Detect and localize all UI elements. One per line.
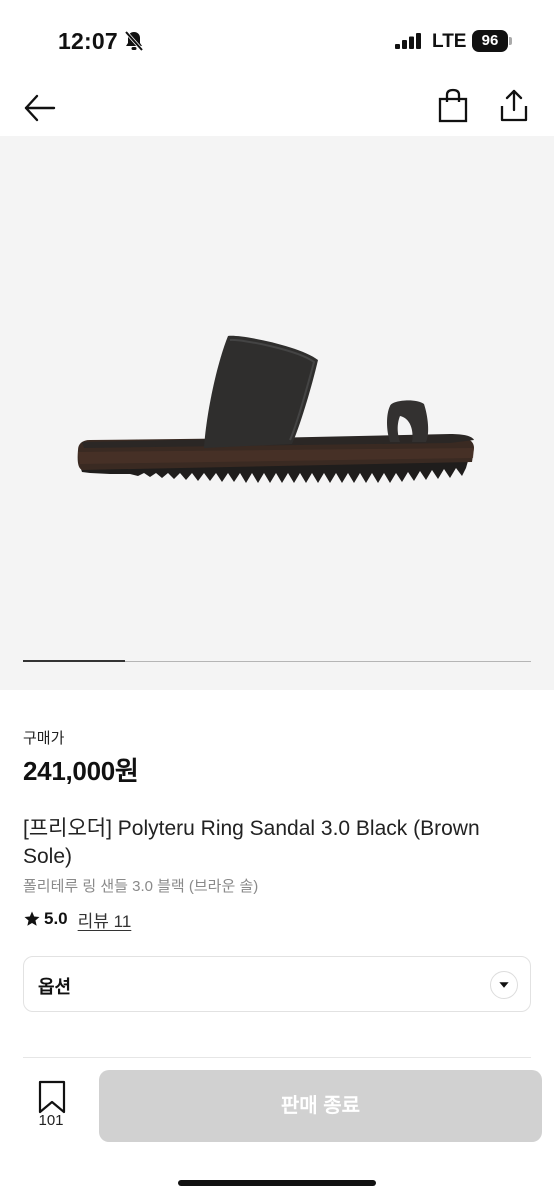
shopping-bag-icon[interactable] <box>436 88 470 124</box>
bookmark-count: 101 <box>38 1112 64 1129</box>
option-select[interactable]: 옵션 <box>23 956 531 1012</box>
bottom-action-bar: 101 판매 종료 <box>0 1058 554 1200</box>
star-icon <box>24 911 40 926</box>
arrow-left-icon[interactable] <box>22 90 58 126</box>
review-link[interactable]: 리뷰 11 <box>78 907 132 932</box>
option-label: 옵션 <box>38 977 72 997</box>
status-bar: 12:07 LTE 96 <box>0 0 554 80</box>
chevron-down-icon <box>490 971 518 999</box>
product-subtitle: 폴리테루 링 샌들 3.0 블랙 (브라운 솔) <box>23 878 259 895</box>
battery-indicator: 96 <box>472 30 508 52</box>
price-value: 241,000원 <box>23 756 139 786</box>
product-image <box>77 335 475 483</box>
sold-out-button[interactable]: 판매 종료 <box>99 1070 542 1142</box>
share-icon[interactable] <box>496 88 532 124</box>
bell-slash-icon <box>124 30 144 52</box>
image-progress-track <box>23 660 531 662</box>
price-label: 구매가 <box>23 730 65 747</box>
bookmark-icon[interactable] <box>34 1080 70 1114</box>
image-progress-indicator <box>23 660 125 662</box>
rating-value: 5.0 <box>44 909 68 928</box>
rating-row: 5.0 리뷰 11 <box>23 907 131 931</box>
signal-icon <box>395 33 421 49</box>
product-title: [프리오더] Polyteru Ring Sandal 3.0 Black (B… <box>23 817 480 868</box>
home-indicator <box>178 1180 376 1186</box>
product-image-carousel[interactable] <box>0 136 554 690</box>
battery-tip <box>509 37 512 45</box>
status-time: 12:07 <box>58 28 118 54</box>
network-label: LTE <box>432 31 467 52</box>
top-nav <box>0 80 554 136</box>
